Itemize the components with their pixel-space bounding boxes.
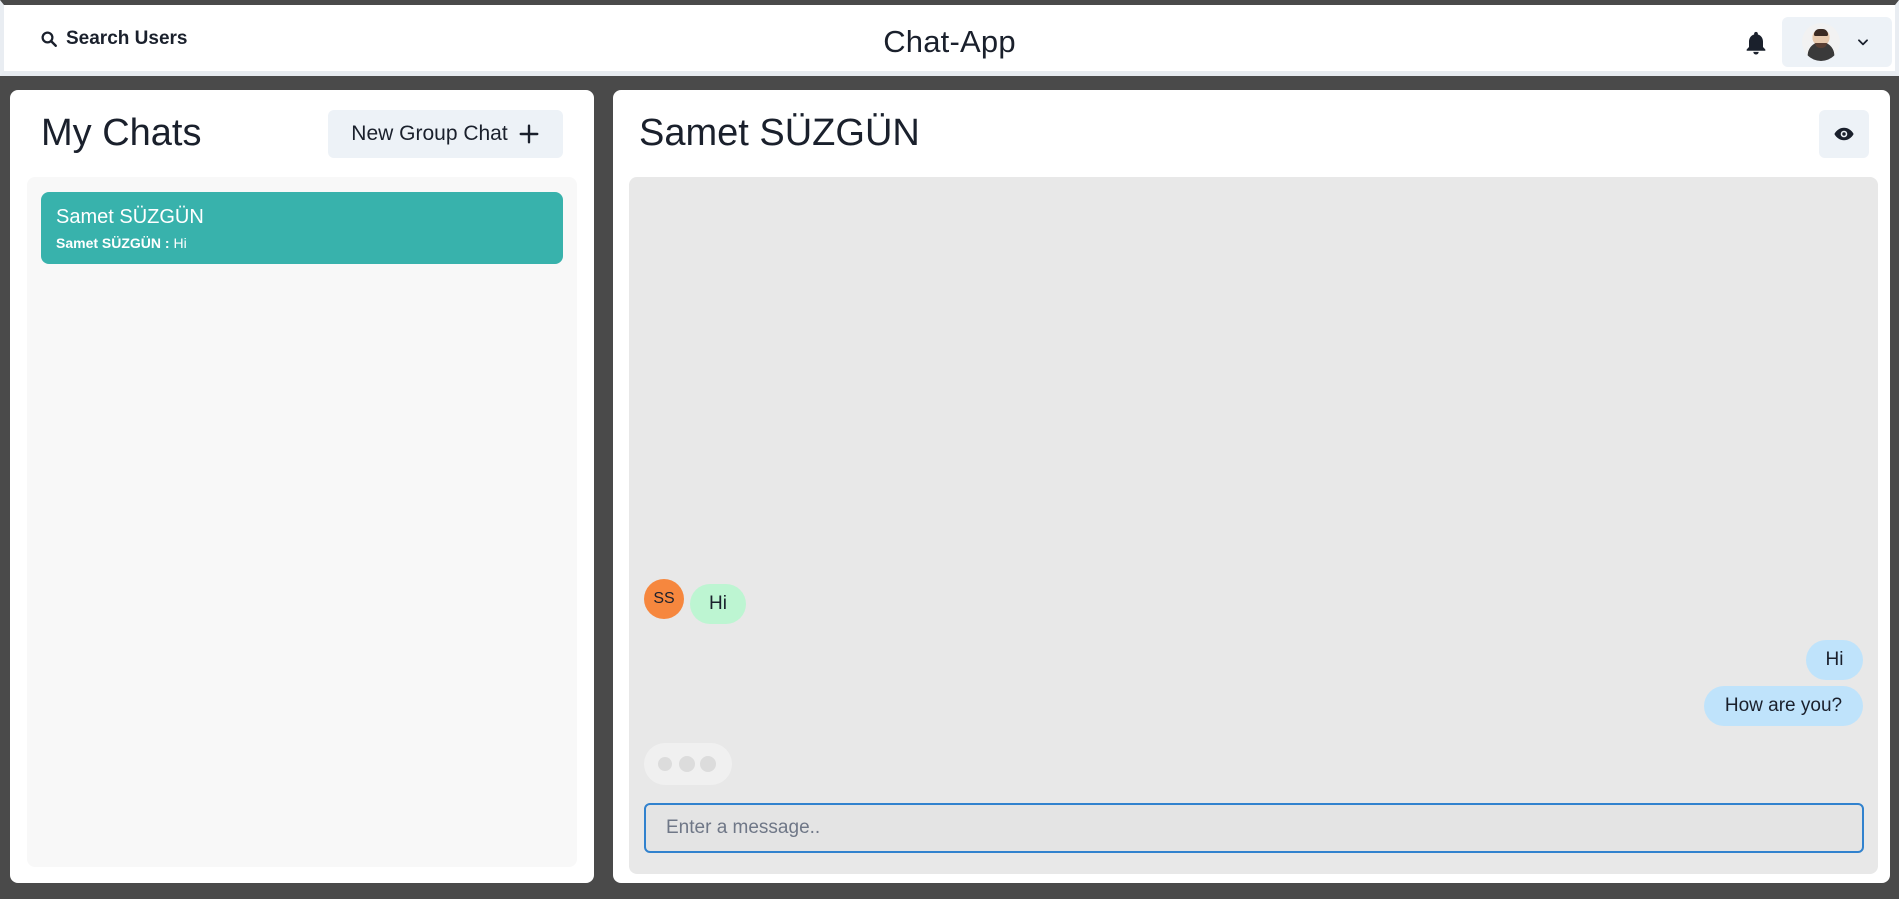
- typing-dot: [679, 756, 695, 772]
- chat-item-name: Samet SÜZGÜN: [56, 206, 204, 228]
- typing-dot: [700, 756, 716, 772]
- outgoing-message: Hi: [1806, 640, 1863, 680]
- sender-avatar[interactable]: SS: [644, 579, 684, 619]
- chat-item-latest-sender: Samet SÜZGÜN :: [56, 235, 170, 251]
- chat-panel: Samet SÜZGÜN SS Hi Hi How are you?: [613, 90, 1890, 883]
- chat-list-item[interactable]: Samet SÜZGÜN Samet SÜZGÜN : Hi: [41, 192, 563, 264]
- chat-title: Samet SÜZGÜN: [639, 112, 920, 154]
- new-group-chat-label: New Group Chat: [351, 122, 508, 145]
- profile-menu-button[interactable]: [1782, 17, 1892, 67]
- new-group-chat-button[interactable]: New Group Chat: [328, 110, 563, 158]
- messages-area: SS Hi Hi How are you?: [629, 177, 1878, 874]
- typing-indicator: [644, 743, 732, 785]
- view-profile-button[interactable]: [1819, 110, 1869, 158]
- eye-icon: [1834, 127, 1854, 141]
- typing-dot: [658, 757, 672, 771]
- plus-icon: [519, 124, 539, 144]
- my-chats-title: My Chats: [41, 112, 202, 154]
- message-input[interactable]: [644, 803, 1864, 853]
- my-chats-panel: My Chats New Group Chat Samet SÜZGÜN Sam…: [10, 90, 594, 883]
- top-bar: Search Users Chat-App: [0, 0, 1899, 76]
- chat-list: Samet SÜZGÜN Samet SÜZGÜN : Hi: [27, 177, 577, 867]
- outgoing-message: How are you?: [1704, 686, 1863, 726]
- incoming-message: Hi: [690, 584, 746, 624]
- chevron-down-icon: [1858, 39, 1868, 46]
- app-title: Chat-App: [883, 24, 1016, 59]
- user-avatar: [1802, 23, 1840, 61]
- chat-item-preview: Samet SÜZGÜN : Hi: [56, 235, 187, 251]
- chat-item-latest-message: Hi: [173, 235, 187, 251]
- bell-icon[interactable]: [1742, 29, 1770, 57]
